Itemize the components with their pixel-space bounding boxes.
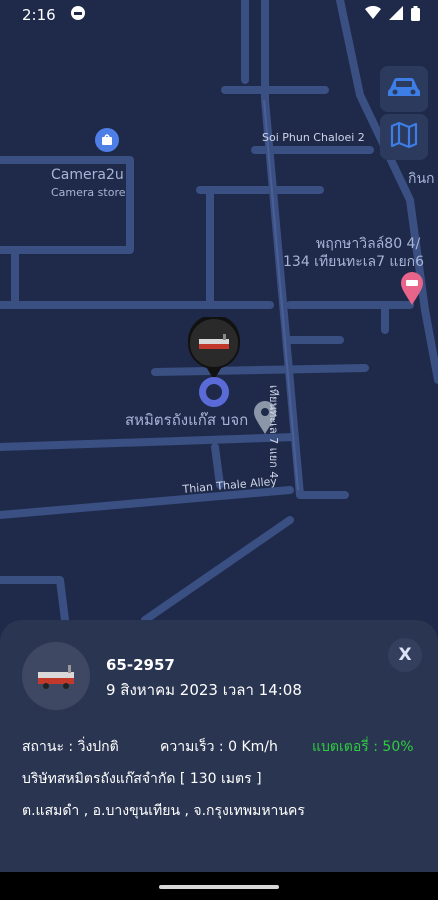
vehicle-address: ต.แสมดำ , อ.บางขุนเทียน , จ.กรุงเทพมหานค… (22, 803, 305, 819)
poi-camera2u-name: Camera2u (51, 167, 124, 183)
poi-camera2u-subtitle: Camera store (51, 186, 126, 199)
status-bar: 2:16 (0, 0, 438, 30)
status-time: 2:16 (22, 6, 56, 24)
map-icon (390, 121, 418, 152)
car-icon (387, 75, 421, 103)
current-location-icon (199, 377, 229, 407)
car-view-button[interactable] (380, 66, 428, 112)
vehicle-status: สถานะ : วิ่งปกติ (22, 739, 119, 755)
poi-pruksaville-line2: 134 เทียนทะเล7 แยก6 (283, 254, 425, 270)
close-panel-button[interactable]: X (388, 638, 422, 672)
poi-camera2u-icon[interactable] (95, 128, 119, 152)
vehicle-battery: แบตเตอรี่ : 50% (312, 739, 414, 755)
vehicle-avatar (22, 642, 90, 710)
home-handle[interactable] (159, 885, 279, 889)
system-navigation-bar (0, 872, 438, 900)
map-edge-label: กินก (408, 171, 435, 187)
battery-status-icon (411, 5, 420, 25)
hotel-pin-icon[interactable] (400, 272, 424, 310)
vehicle-company: บริษัทสหมิตรถังแก๊สจำกัด [ 130 เมตร ] (22, 771, 262, 787)
vehicle-speed: ความเร็ว : 0 Km/h (160, 739, 278, 755)
signal-icon (389, 6, 403, 24)
notification-icon (70, 5, 86, 25)
vehicle-plate: 65-2957 (106, 656, 175, 674)
wifi-icon (365, 5, 381, 24)
vehicle-marker[interactable] (187, 314, 241, 385)
vehicle-info-panel: X 65-2957 9 สิงหาคม 2023 เวลา 14:08 สถาน… (0, 620, 438, 872)
vehicle-datetime: 9 สิงหาคม 2023 เวลา 14:08 (106, 681, 302, 699)
map-view-button[interactable] (380, 114, 428, 160)
street-label-thian-thale-7-4: เทียนทะเล 7 แยก 4 (267, 385, 280, 479)
poi-sahamit-name: สหมิตรถังแก๊ส บจก (125, 411, 249, 429)
street-label-soi-phun-chaloei: Soi Phun Chaloei 2 (262, 131, 365, 144)
